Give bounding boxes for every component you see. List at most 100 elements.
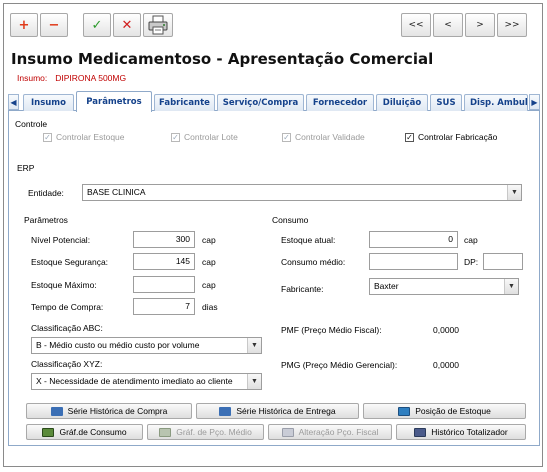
toolbar: + − ✓ ✕ << < > >> xyxy=(4,4,542,42)
controlar-lote-checkbox[interactable]: ✓ xyxy=(171,133,180,142)
tab-parametros[interactable]: Parâmetros xyxy=(76,91,152,112)
remove-button[interactable]: − xyxy=(40,13,68,37)
insumo-value: DIPIRONA 500MG xyxy=(55,73,127,83)
tab-fornecedor[interactable]: Fornecedor xyxy=(306,94,374,111)
tempo-compra-unit: dias xyxy=(202,302,218,312)
alteracao-preco-fiscal-button[interactable]: Alteração Pço. Fiscal xyxy=(268,424,392,440)
consumo-section-label: Consumo xyxy=(272,215,309,225)
serie-entrega-label: Série Histórica de Entrega xyxy=(236,406,336,416)
grafico-preco-medio-button[interactable]: Gráf. de Pço. Médio xyxy=(147,424,264,440)
tempo-compra-label: Tempo de Compra: xyxy=(31,302,104,312)
main-window: + − ✓ ✕ << < > >> Insumo Medicamentoso -… xyxy=(3,3,543,467)
entidade-label: Entidade: xyxy=(28,188,64,198)
chevron-down-icon[interactable]: ▼ xyxy=(247,338,261,353)
tab-diluicao[interactable]: Diluição xyxy=(376,94,428,111)
controlar-lote-label: Controlar Lote xyxy=(184,132,238,142)
entidade-select[interactable]: BASE CLINICA ▼ xyxy=(82,184,522,201)
cancel-button[interactable]: ✕ xyxy=(113,13,141,37)
insumo-label: Insumo: xyxy=(17,73,48,83)
tab-scroll-left-icon[interactable]: ◀ xyxy=(8,94,19,110)
grafico-consumo-button[interactable]: Gráf.de Consumo xyxy=(26,424,143,440)
classificacao-abc-value: B - Médio custo ou médio custo por volum… xyxy=(36,340,200,350)
classificacao-xyz-select[interactable]: X - Necessidade de atendimento imediato … xyxy=(31,373,262,390)
estoque-atual-input[interactable]: 0 xyxy=(369,231,458,248)
classificacao-xyz-label: Classificação XYZ: xyxy=(31,359,103,369)
edit-icon xyxy=(414,427,427,437)
tab-sus[interactable]: SUS xyxy=(430,94,462,111)
ledger-icon xyxy=(219,406,232,416)
controlar-validade-label: Controlar Validade xyxy=(295,132,365,142)
tab-servico-compra[interactable]: Serviço/Compra xyxy=(217,94,304,111)
nivel-potencial-label: Nível Potencial: xyxy=(31,235,91,245)
estoque-seguranca-unit: cap xyxy=(202,257,216,267)
print-button[interactable] xyxy=(143,13,173,37)
tempo-compra-input[interactable]: 7 xyxy=(133,298,195,315)
controlar-validade-checkbox[interactable]: ✓ xyxy=(282,133,291,142)
entidade-value: BASE CLINICA xyxy=(87,187,146,197)
historico-totalizador-button[interactable]: Histórico Totalizador xyxy=(396,424,526,440)
nivel-potencial-input[interactable]: 300 xyxy=(133,231,195,248)
tab-bar: ◀ Insumo Parâmetros Fabricante Serviço/C… xyxy=(8,90,540,112)
posicao-estoque-button[interactable]: Posição de Estoque xyxy=(363,403,526,419)
chart-icon xyxy=(159,427,172,437)
controle-section-label: Controle xyxy=(15,119,48,129)
chevron-down-icon[interactable]: ▼ xyxy=(504,279,518,294)
first-record-button[interactable]: << xyxy=(401,13,431,37)
controlar-fabricacao-label: Controlar Fabricação xyxy=(418,132,498,142)
controlar-fabricacao-checkbox[interactable]: ✓ xyxy=(405,133,414,142)
edit-icon xyxy=(281,427,294,437)
estoque-atual-label: Estoque atual: xyxy=(281,235,336,245)
estoque-maximo-input[interactable] xyxy=(133,276,195,293)
dp-label: DP: xyxy=(464,257,479,267)
estoque-seguranca-label: Estoque Segurança: xyxy=(31,257,109,267)
classificacao-xyz-value: X - Necessidade de atendimento imediato … xyxy=(36,376,233,386)
estoque-maximo-label: Estoque Máximo: xyxy=(31,280,97,290)
last-record-button[interactable]: >> xyxy=(497,13,527,37)
printer-icon xyxy=(148,15,168,35)
estoque-seguranca-input[interactable]: 145 xyxy=(133,253,195,270)
posicao-estoque-label: Posição de Estoque xyxy=(415,406,491,416)
graf-consumo-label: Gráf.de Consumo xyxy=(59,427,127,437)
controlar-estoque-checkbox[interactable]: ✓ xyxy=(43,133,52,142)
serie-historica-entrega-button[interactable]: Série Histórica de Entrega xyxy=(196,403,359,419)
page-title: Insumo Medicamentoso - Apresentação Come… xyxy=(11,50,434,68)
estoque-atual-unit: cap xyxy=(464,235,478,245)
chart-icon xyxy=(42,427,55,437)
pmg-value: 0,0000 xyxy=(433,360,459,370)
historico-totalizador-label: Histórico Totalizador xyxy=(431,427,508,437)
chevron-down-icon[interactable]: ▼ xyxy=(507,185,521,200)
confirm-button[interactable]: ✓ xyxy=(83,13,111,37)
parametros-section-label: Parâmetros xyxy=(24,215,68,225)
consumo-medio-input[interactable] xyxy=(369,253,458,270)
estoque-maximo-unit: cap xyxy=(202,280,216,290)
prev-record-button[interactable]: < xyxy=(433,13,463,37)
classificacao-abc-select[interactable]: B - Médio custo ou médio custo por volum… xyxy=(31,337,262,354)
serie-historica-compra-button[interactable]: Série Histórica de Compra xyxy=(26,403,192,419)
consumo-medio-label: Consumo médio: xyxy=(281,257,346,267)
insumo-info: Insumo: DIPIRONA 500MG xyxy=(17,73,126,83)
serie-compra-label: Série Histórica de Compra xyxy=(67,406,168,416)
tab-fabricante[interactable]: Fabricante xyxy=(154,94,215,111)
graf-preco-label: Gráf. de Pço. Médio xyxy=(176,427,252,437)
fabricante-label: Fabricante: xyxy=(281,284,324,294)
classificacao-abc-label: Classificação ABC: xyxy=(31,323,103,333)
next-record-button[interactable]: > xyxy=(465,13,495,37)
alteracao-preco-label: Alteração Pço. Fiscal xyxy=(298,427,379,437)
erp-section-label: ERP xyxy=(17,163,35,173)
pmf-value: 0,0000 xyxy=(433,325,459,335)
chevron-down-icon[interactable]: ▼ xyxy=(247,374,261,389)
tab-scroll-right-icon[interactable]: ▶ xyxy=(529,94,540,110)
tab-insumo[interactable]: Insumo xyxy=(23,94,74,111)
dp-input[interactable] xyxy=(483,253,523,270)
add-button[interactable]: + xyxy=(10,13,38,37)
fabricante-value: Baxter xyxy=(374,281,399,291)
parametros-panel: Controle ✓ Controlar Estoque ✓ Controlar… xyxy=(8,111,540,446)
ledger-icon xyxy=(50,406,63,416)
controlar-estoque-label: Controlar Estoque xyxy=(56,132,125,142)
tab-disp-ambul[interactable]: Disp. Ambul xyxy=(464,94,528,111)
pmg-label: PMG (Preço Médio Gerencial): xyxy=(281,360,398,370)
fabricante-select[interactable]: Baxter ▼ xyxy=(369,278,519,295)
nivel-potencial-unit: cap xyxy=(202,235,216,245)
window-icon xyxy=(398,406,411,416)
pmf-label: PMF (Preço Médio Fiscal): xyxy=(281,325,382,335)
